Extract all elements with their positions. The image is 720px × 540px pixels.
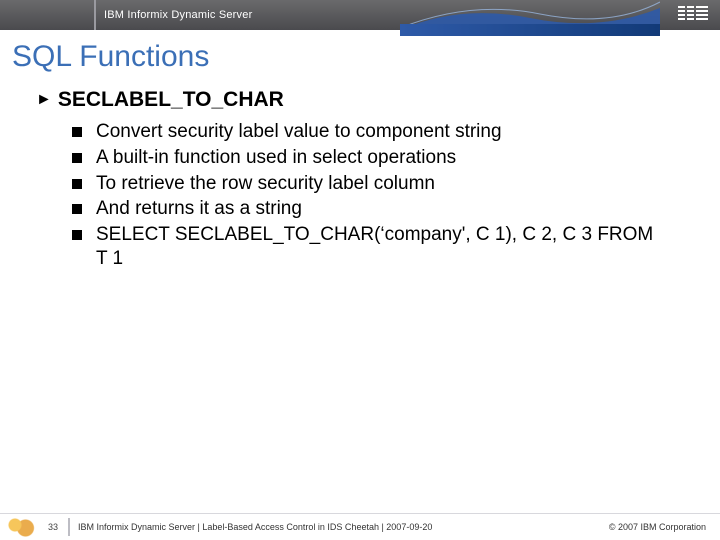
list-item: Convert security label value to componen… bbox=[72, 120, 690, 144]
header-title: IBM Informix Dynamic Server bbox=[96, 9, 252, 21]
list-item: A built-in function used in select opera… bbox=[72, 146, 690, 170]
footer-text: IBM Informix Dynamic Server | Label-Base… bbox=[78, 522, 609, 532]
square-bullet-icon bbox=[72, 153, 82, 163]
cheetah-icon bbox=[6, 517, 36, 537]
square-bullet-icon bbox=[72, 179, 82, 189]
slide-content: SQL Functions ► SECLABEL_TO_CHAR Convert… bbox=[0, 30, 720, 271]
list-item: To retrieve the row security label colum… bbox=[72, 172, 690, 196]
bullet-text: Convert security label value to componen… bbox=[96, 120, 502, 144]
square-bullet-icon bbox=[72, 204, 82, 214]
section-heading: ► SECLABEL_TO_CHAR bbox=[36, 88, 690, 112]
bullet-list: Convert security label value to componen… bbox=[72, 120, 690, 271]
bullet-text: A built-in function used in select opera… bbox=[96, 146, 456, 170]
slide-title: SQL Functions bbox=[12, 40, 690, 74]
slide-footer: 33 IBM Informix Dynamic Server | Label-B… bbox=[0, 514, 720, 540]
list-item: SELECT SECLABEL_TO_CHAR(‘company', C 1),… bbox=[72, 223, 690, 271]
copyright-text: © 2007 IBM Corporation bbox=[609, 522, 706, 532]
bullet-text: SELECT SECLABEL_TO_CHAR(‘company', C 1),… bbox=[96, 223, 656, 271]
footer-rule bbox=[68, 518, 70, 536]
ibm-logo-icon bbox=[678, 6, 708, 22]
section-heading-text: SECLABEL_TO_CHAR bbox=[58, 88, 284, 112]
triangle-bullet-icon: ► bbox=[36, 88, 52, 112]
header-graphic bbox=[400, 0, 660, 36]
page-number: 33 bbox=[44, 522, 62, 532]
square-bullet-icon bbox=[72, 127, 82, 137]
slide: IBM Informix Dynamic Server SQL Function… bbox=[0, 0, 720, 540]
slide-header: IBM Informix Dynamic Server bbox=[0, 0, 720, 30]
square-bullet-icon bbox=[72, 230, 82, 240]
bullet-text: To retrieve the row security label colum… bbox=[96, 172, 435, 196]
header-divider bbox=[0, 0, 96, 30]
bullet-text: And returns it as a string bbox=[96, 197, 302, 221]
list-item: And returns it as a string bbox=[72, 197, 690, 221]
